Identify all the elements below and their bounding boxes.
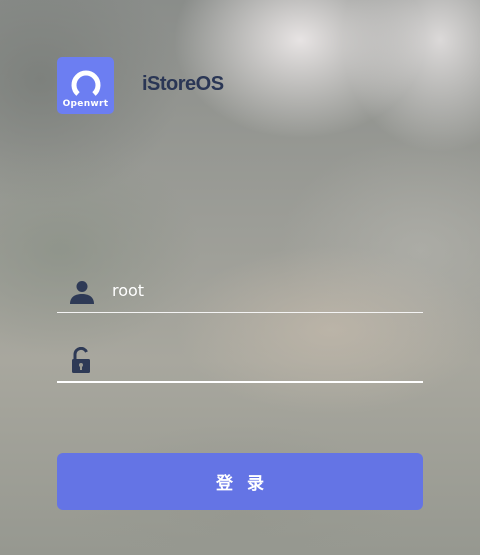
openwrt-ring-icon	[71, 70, 100, 96]
password-field	[57, 338, 423, 383]
brand-name: iStoreOS	[142, 73, 224, 95]
username-field	[57, 268, 423, 313]
openwrt-logo: Openwrt	[57, 57, 114, 114]
login-screen: Openwrt iStoreOS 登录	[0, 0, 480, 555]
password-input[interactable]	[112, 346, 412, 374]
logo-caption: Openwrt	[62, 99, 109, 109]
user-icon	[70, 281, 94, 304]
username-input[interactable]	[112, 276, 412, 304]
login-button[interactable]: 登录	[57, 453, 423, 510]
unlocked-padlock-icon	[72, 347, 90, 373]
